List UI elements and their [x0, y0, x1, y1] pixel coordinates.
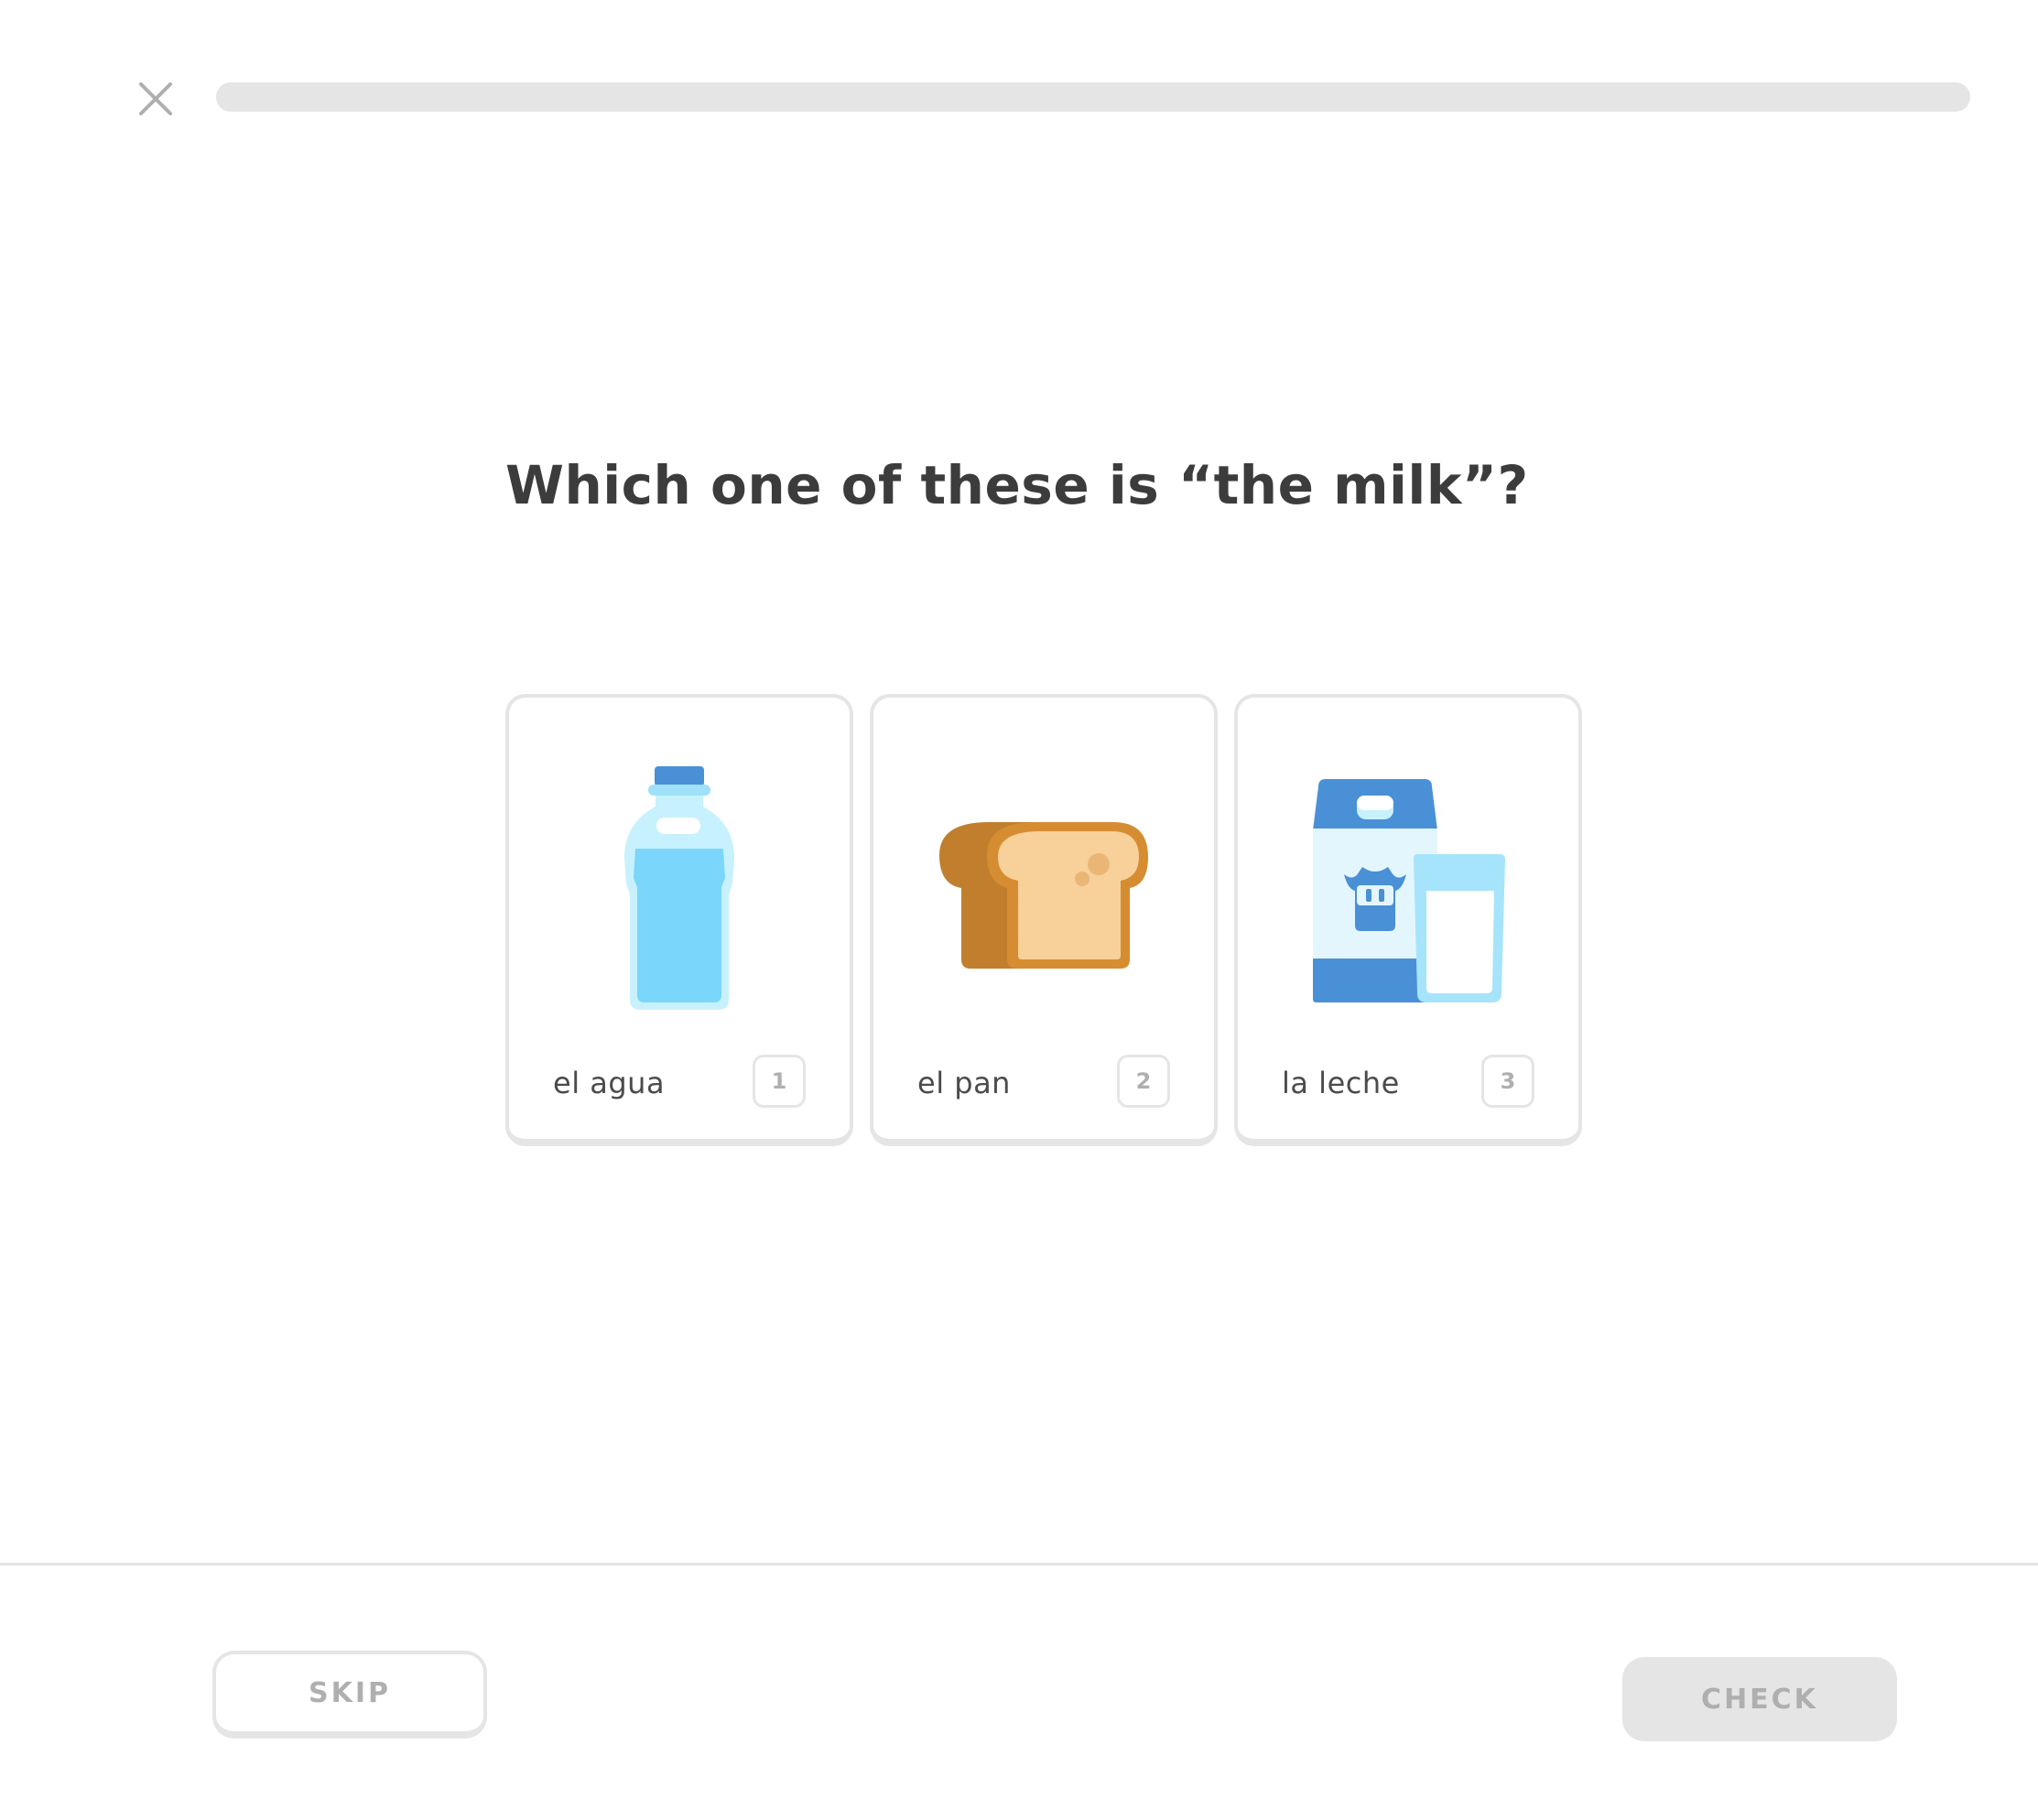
choice-key-badge: 1: [753, 1055, 806, 1108]
milk-carton-icon: [1313, 779, 1505, 1002]
lesson-progress-bar: [216, 82, 1970, 112]
close-icon: [139, 82, 172, 115]
lesson-screen: Which one of these is “the milk”? el agu…: [0, 0, 2038, 1820]
choice-key-badge: 3: [1481, 1055, 1534, 1108]
check-button[interactable]: CHECK: [1622, 1657, 1897, 1741]
choice-image: [509, 762, 850, 1018]
choice-image: [873, 762, 1214, 1018]
footer-divider: [0, 1563, 2038, 1565]
choice-label: el agua: [553, 1066, 666, 1100]
choice-list: el agua 1 el pan 2 la leche 3: [505, 694, 1582, 1146]
skip-button[interactable]: SKIP: [212, 1651, 487, 1739]
choice-card-la-leche[interactable]: la leche 3: [1234, 694, 1582, 1146]
close-button[interactable]: [136, 79, 176, 119]
choice-label: el pan: [917, 1066, 1011, 1100]
choice-image: [1238, 762, 1578, 1018]
choice-label: la leche: [1282, 1066, 1400, 1100]
water-bottle-icon: [624, 766, 734, 1010]
question-prompt: Which one of these is “the milk”?: [505, 454, 1529, 516]
choice-card-el-agua[interactable]: el agua 1: [505, 694, 853, 1146]
choice-key-badge: 2: [1117, 1055, 1170, 1108]
bread-icon: [939, 822, 1148, 969]
choice-card-el-pan[interactable]: el pan 2: [870, 694, 1218, 1146]
